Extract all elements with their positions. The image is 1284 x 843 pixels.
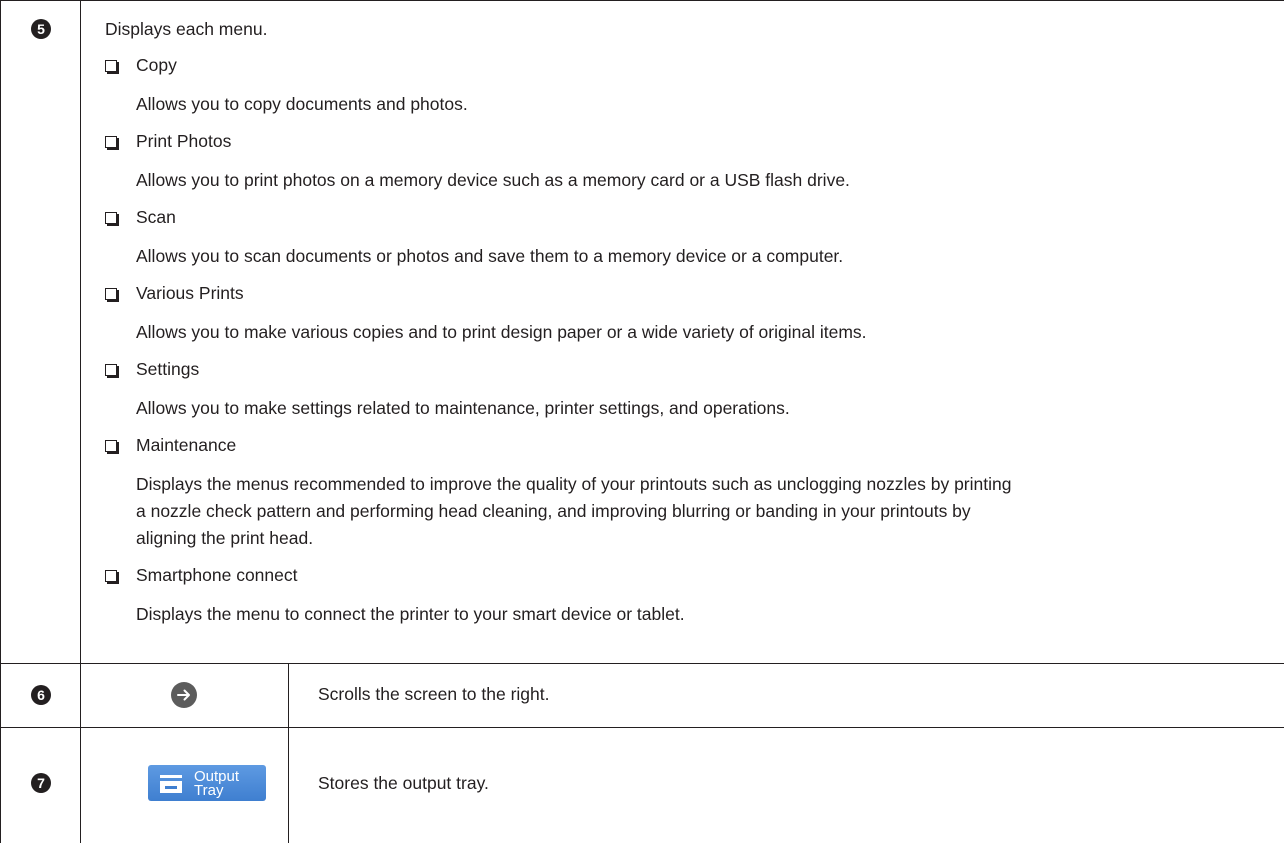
checkbox-icon [105,212,117,224]
menu-item-settings-description: Allows you to make settings related to m… [136,398,790,418]
menu-item-maintenance-description-line-1: Displays the menus recommended to improv… [136,474,1012,494]
menu-item-print-photos-description: Allows you to print photos on a memory d… [136,170,850,190]
menu-item-maintenance-description-line-3: aligning the print head. [136,528,314,548]
output-tray-label-line-2: Tray [194,782,224,799]
checkbox-icon [105,136,117,148]
menu-item-settings: Settings [136,359,200,379]
output-tray-icon [160,775,182,793]
menu-item-smartphone-connect-description: Displays the menu to connect the printer… [136,604,685,624]
row-divider-7 [0,727,1284,728]
row-divider-6 [0,663,1284,664]
output-tray-description: Stores the output tray. [318,773,489,793]
output-tray-button: Output Tray [148,765,266,801]
scroll-right-description: Scrolls the screen to the right. [318,684,550,704]
menu-item-copy: Copy [136,55,177,75]
row-5-intro: Displays each menu. [105,19,268,39]
row-number-5: 5 [31,19,51,39]
menu-item-scan-description: Allows you to scan documents or photos a… [136,246,844,266]
checkbox-icon [105,570,117,582]
menu-item-scan: Scan [136,207,176,227]
menu-item-maintenance: Maintenance [136,435,237,455]
right-arrow-icon [171,682,197,708]
checkbox-icon [105,288,117,300]
row-number-7: 7 [31,773,51,793]
menu-description-table: 5 Displays each menu. Copy Allows you to… [0,0,1284,843]
menu-item-various-prints: Various Prints [136,283,244,303]
menu-item-print-photos: Print Photos [136,131,232,151]
table-border-top [0,0,1284,1]
row-number-6: 6 [31,685,51,705]
icon-column-divider [288,663,289,843]
right-arrow-glyph [177,689,190,701]
menu-item-maintenance-description-line-2: a nozzle check pattern and performing he… [136,501,971,521]
table-border-left [0,0,1,843]
menu-item-copy-description: Allows you to copy documents and photos. [136,94,468,114]
menu-item-various-prints-description: Allows you to make various copies and to… [136,322,867,342]
checkbox-icon [105,364,117,376]
checkbox-icon [105,60,117,72]
menu-item-smartphone-connect: Smartphone connect [136,565,298,585]
checkbox-icon [105,440,117,452]
